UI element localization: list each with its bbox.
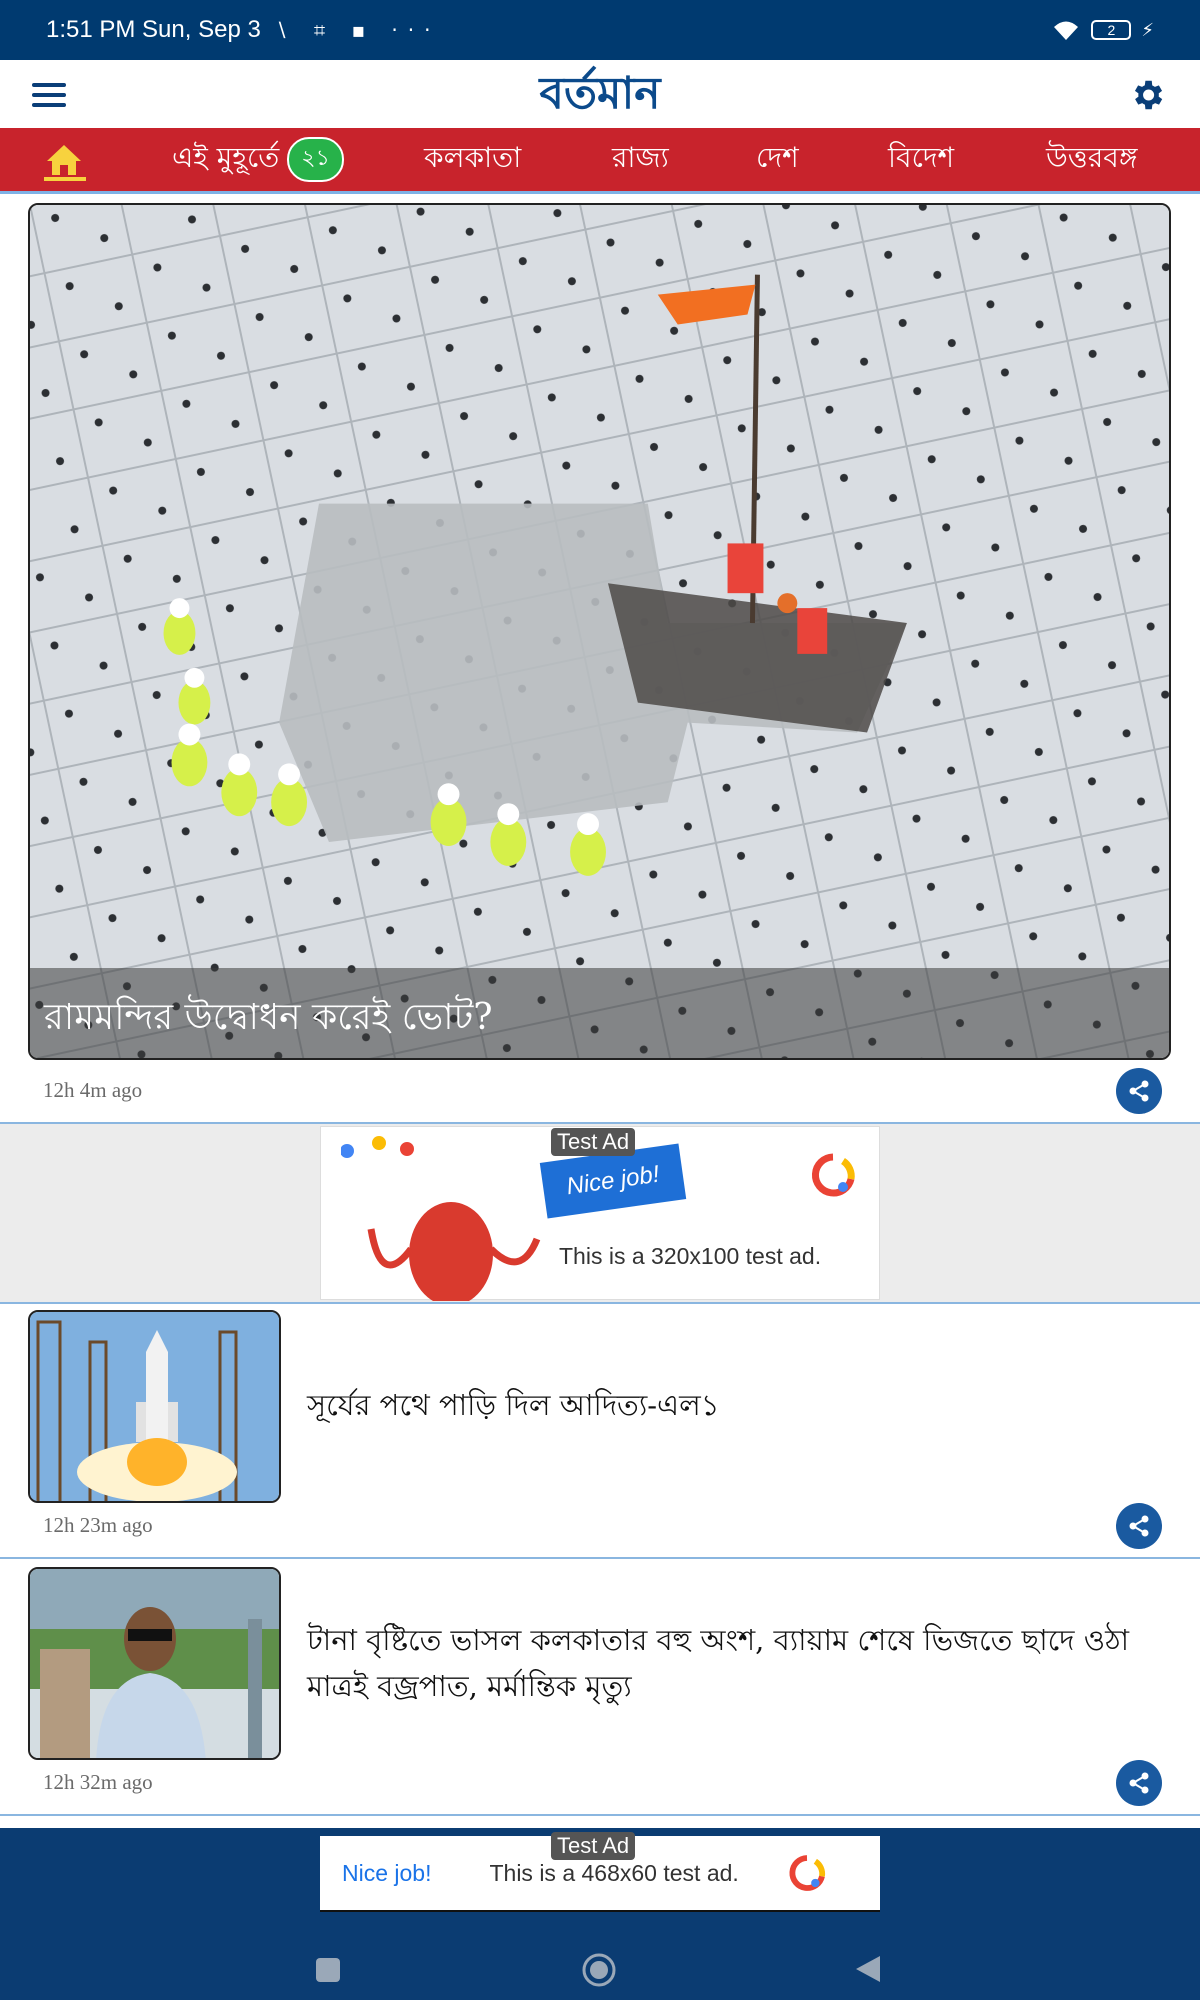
tab-kolkata[interactable]: কলকাতা — [424, 136, 521, 183]
ad-logo-icon — [811, 1153, 855, 1197]
ad-text: This is a 320x100 test ad. — [559, 1243, 822, 1269]
home-nav-icon[interactable] — [581, 1952, 617, 1988]
category-nav: এই মুহূর্তে ২১ কলকাতা রাজ্য দেশ বিদেশ উত… — [0, 128, 1200, 194]
tab-latest[interactable]: এই মুহূর্তে ২১ — [172, 136, 344, 183]
share-button[interactable] — [1116, 1068, 1162, 1114]
recents-icon[interactable] — [314, 1956, 342, 1984]
tab-country[interactable]: দেশ — [756, 136, 799, 183]
app-logo: বর্তমান — [539, 68, 661, 119]
hero-image — [30, 205, 1169, 1058]
article-timestamp: 12h 23m ago — [43, 1513, 153, 1537]
article-thumbnail[interactable] — [28, 1310, 281, 1503]
status-right: 2 ⚡ — [1051, 18, 1154, 42]
notification-icons: ∖ ⌗ ▪ ··· — [274, 18, 441, 42]
tab-home[interactable] — [0, 127, 128, 193]
tab-world[interactable]: বিদেশ — [888, 136, 954, 183]
active-tab-indicator — [44, 176, 86, 181]
ad-mascot-image — [341, 1136, 541, 1301]
system-nav-bar — [0, 1912, 1200, 2000]
gear-icon[interactable] — [1128, 76, 1166, 114]
hero-title: রামমন্দির উদ্বোধন করেই ভোট? — [30, 968, 1169, 1058]
share-icon — [1129, 1080, 1149, 1102]
ad-label: Test Ad — [551, 1128, 636, 1156]
battery-icon: 2 — [1091, 20, 1132, 40]
wifi-icon — [1054, 21, 1079, 40]
article-title: সূর্যের পথে পাড়ি দিল আদিত্য-এল১ — [307, 1388, 720, 1422]
share-icon — [1129, 1515, 1149, 1537]
ad-text: This is a 468x60 test ad. — [489, 1859, 739, 1886]
rocket-launch-image — [30, 1312, 279, 1501]
portrait-image — [30, 1569, 279, 1758]
share-button[interactable] — [1116, 1760, 1162, 1806]
share-button[interactable] — [1116, 1503, 1162, 1549]
back-icon[interactable] — [854, 1954, 882, 1984]
ad-label: Test Ad — [551, 1832, 636, 1860]
tab-north-bengal[interactable]: উত্তরবঙ্গ — [1046, 136, 1137, 183]
article-title: টানা বৃষ্টিতে ভাসল কলকাতার বহু অংশ, ব্যা… — [307, 1623, 1129, 1703]
divider — [0, 1557, 1200, 1559]
divider — [0, 1814, 1200, 1816]
home-icon — [47, 144, 81, 175]
ad-logo-icon — [789, 1855, 825, 1891]
status-bar: 1:51 PM Sun, Sep 3 ∖ ⌗ ▪ ··· 2 ⚡ — [0, 0, 1200, 60]
charging-icon: ⚡ — [1141, 19, 1154, 41]
tab-label: এই মুহূর্তে — [172, 141, 280, 174]
ad-nice-job-text: Nice job! — [342, 1859, 432, 1886]
divider — [0, 1302, 1200, 1304]
share-icon — [1129, 1772, 1149, 1794]
app-bar: বর্তমান — [0, 60, 1200, 128]
hero-story-card[interactable]: রামমন্দির উদ্বোধন করেই ভোট? — [28, 203, 1171, 1060]
hero-timestamp: 12h 4m ago — [43, 1078, 143, 1102]
status-time: 1:51 PM Sun, Sep 3 — [46, 16, 261, 43]
tab-state[interactable]: রাজ্য — [612, 136, 669, 183]
article-timestamp: 12h 32m ago — [43, 1770, 153, 1794]
article-thumbnail[interactable] — [28, 1567, 281, 1760]
count-badge: ২১ — [287, 137, 344, 182]
